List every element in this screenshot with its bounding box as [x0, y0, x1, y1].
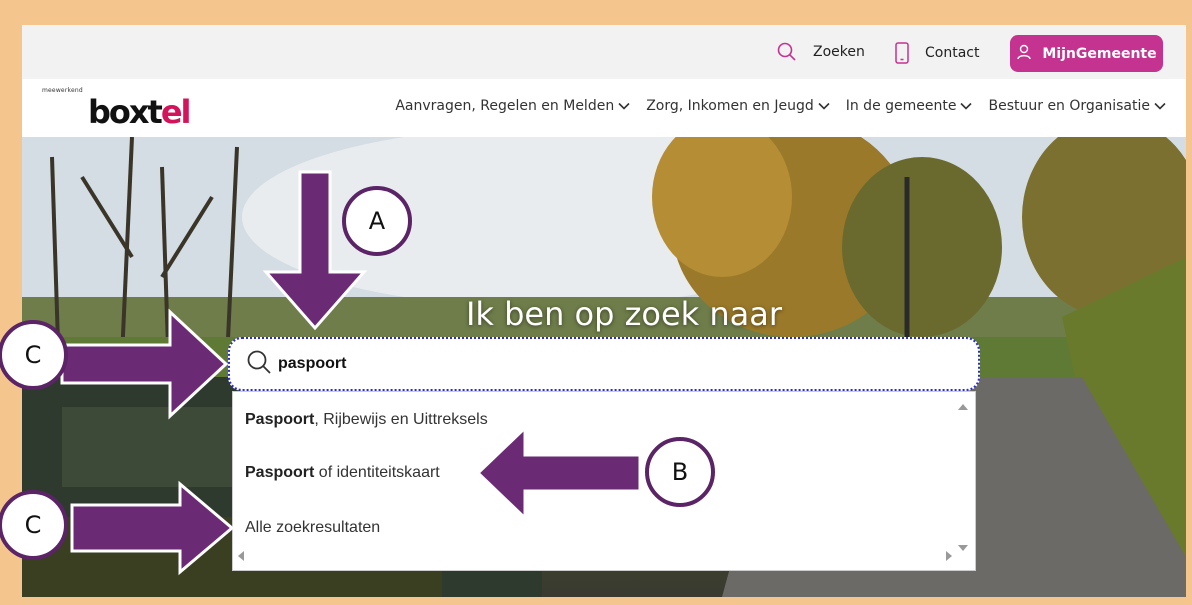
- nav-item-label: In de gemeente: [845, 98, 957, 114]
- main-navigation: meewerkend boxtel Aanvragen, Regelen en …: [22, 79, 1186, 137]
- annotation-callout-b: B: [645, 437, 715, 507]
- site-logo[interactable]: meewerkend boxtel: [42, 87, 191, 131]
- nav-item-label: Zorg, Inkomen en Jeugd: [646, 98, 814, 114]
- chevron-down-icon: [960, 98, 973, 114]
- utility-search-link[interactable]: Zoeken: [777, 42, 865, 62]
- nav-item-zorg[interactable]: Zorg, Inkomen en Jeugd: [646, 98, 830, 114]
- nav-item-gemeente[interactable]: In de gemeente: [846, 98, 973, 114]
- chevron-down-icon: [818, 98, 830, 114]
- mijngemeente-button[interactable]: MijnGemeente: [1010, 35, 1163, 72]
- utility-search-label: Zoeken: [813, 44, 865, 60]
- scroll-up-arrow-icon[interactable]: [957, 398, 969, 416]
- suggestion-rest: of identiteitskaart: [314, 464, 440, 481]
- utility-contact-label: Contact: [925, 45, 980, 61]
- annotation-callout-a: A: [342, 186, 412, 256]
- nav-item-label: Aanvragen, Regelen en Melden: [395, 98, 615, 114]
- search-input[interactable]: paspoort: [228, 337, 980, 391]
- chevron-down-icon: [1154, 98, 1166, 114]
- suggestion-rest: , Rijbewijs en Uittreksels: [314, 411, 488, 428]
- chevron-down-icon: [618, 98, 630, 114]
- utility-contact-link[interactable]: Contact: [895, 42, 979, 64]
- suggestion-rest: Alle zoekresultaten: [245, 519, 381, 536]
- logo-wordmark-accent: el: [160, 93, 192, 131]
- utility-bar: Zoeken Contact MijnGemeente: [22, 25, 1186, 79]
- scroll-right-arrow-icon[interactable]: [945, 549, 953, 567]
- annotation-callout-c1: C: [0, 320, 68, 390]
- annotation-callout-c2: C: [0, 490, 68, 560]
- phone-icon: [895, 42, 909, 64]
- search-suggestions: Paspoort, Rijbewijs en Uittreksels Paspo…: [232, 391, 976, 571]
- mijngemeente-label: MijnGemeente: [1042, 45, 1157, 62]
- nav-item-label: Bestuur en Organisatie: [988, 98, 1150, 114]
- logo-tagline: meewerkend: [42, 87, 83, 94]
- user-icon: [1016, 44, 1032, 64]
- logo-wordmark: boxtel: [88, 93, 192, 131]
- search-query: paspoort: [278, 355, 347, 372]
- scroll-down-arrow-icon[interactable]: [957, 539, 969, 557]
- search-icon: [777, 42, 797, 62]
- suggestion-item[interactable]: Paspoort of identiteitskaart: [245, 464, 440, 482]
- browser-viewport: Zoeken Contact MijnGemeente meewerkend b…: [22, 25, 1186, 597]
- suggestion-match: Paspoort: [245, 464, 315, 481]
- suggestion-item[interactable]: Paspoort, Rijbewijs en Uittreksels: [245, 411, 488, 429]
- hero-title: Ik ben op zoek naar: [465, 295, 783, 333]
- nav-item-aanvragen[interactable]: Aanvragen, Regelen en Melden: [395, 98, 630, 114]
- logo-wordmark-main: boxt: [88, 93, 163, 131]
- nav-menu: Aanvragen, Regelen en Melden Zorg, Inkom…: [395, 98, 1166, 114]
- nav-item-bestuur[interactable]: Bestuur en Organisatie: [988, 98, 1166, 114]
- suggestion-match: Paspoort: [245, 411, 315, 428]
- scroll-left-arrow-icon[interactable]: [237, 549, 245, 567]
- search-icon: [246, 349, 272, 379]
- suggestion-all-results[interactable]: Alle zoekresultaten: [245, 519, 380, 537]
